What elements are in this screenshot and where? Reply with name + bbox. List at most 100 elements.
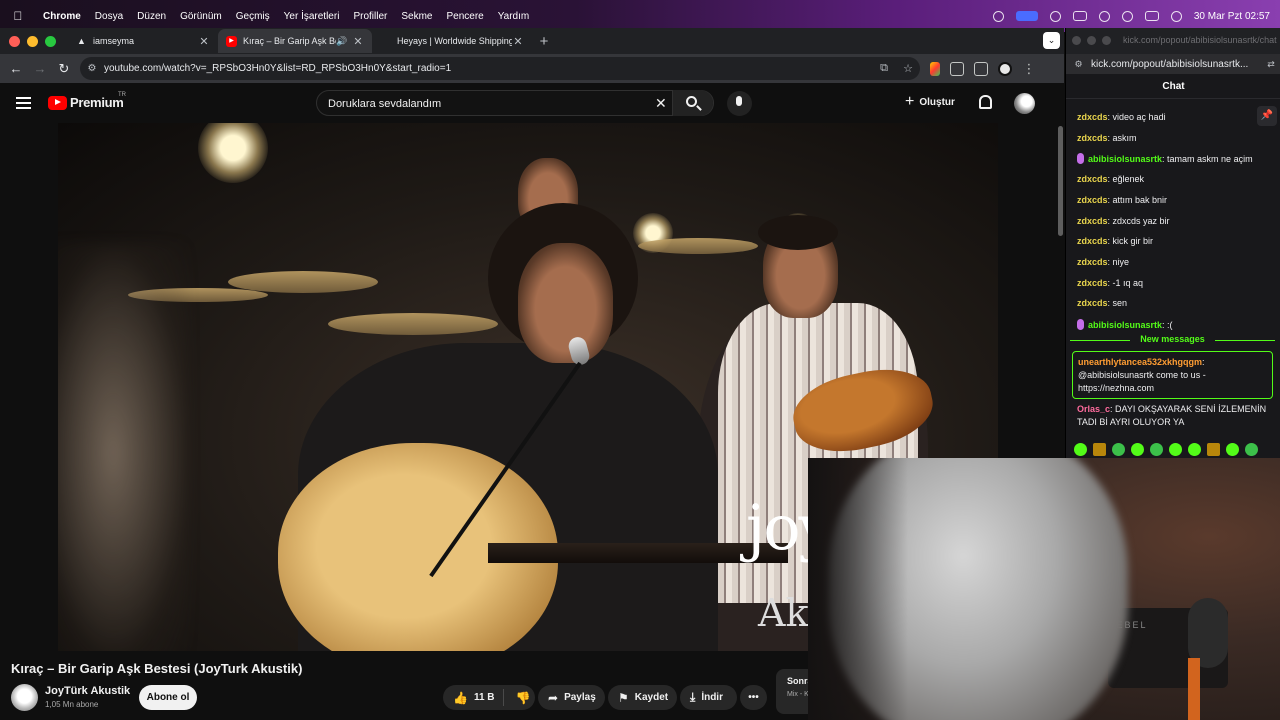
search-button[interactable] — [672, 90, 713, 116]
clear-search-icon[interactable]: ✕ — [655, 95, 667, 112]
apple-icon[interactable]:  — [0, 9, 36, 23]
menu-profiller[interactable]: Profiller — [346, 11, 394, 22]
chat-message: abibisiolsunasrtk: tamam askm ne açim — [1077, 153, 1253, 165]
close-window-button[interactable] — [1072, 36, 1081, 45]
close-window-button[interactable] — [9, 35, 20, 47]
menu-yer-isaretleri[interactable]: Yer İşaretleri — [277, 11, 347, 22]
menu-app-name[interactable]: Chrome — [36, 11, 88, 22]
emote-icon — [1093, 443, 1106, 456]
siri-icon[interactable] — [1170, 10, 1182, 22]
search-box[interactable]: Doruklara sevdalandım ✕ — [316, 90, 714, 116]
profile-avatar-icon[interactable] — [998, 61, 1012, 76]
screen-mirroring-icon[interactable] — [1015, 11, 1038, 21]
kick-address-bar[interactable]: ⚙ kick.com/popout/abibisiolsunasrtk... ⇄ — [1066, 54, 1280, 74]
chat-text: niye — [1112, 256, 1130, 267]
chat-username[interactable]: zdxcds — [1077, 112, 1108, 122]
chat-username[interactable]: zdxcds — [1077, 216, 1108, 226]
chat-username[interactable]: abibisiolsunasrtk — [1088, 320, 1162, 330]
chat-username[interactable]: zdxcds — [1077, 257, 1108, 267]
chrome-tab-strip: ▲ iamseyma ✕ ▶ Kıraç – Bir Garip Aşk Bes… — [0, 28, 1064, 54]
extensions-puzzle-icon[interactable] — [950, 61, 964, 76]
chat-username[interactable]: zdxcds — [1077, 278, 1108, 288]
voice-search-mic-icon[interactable] — [727, 91, 752, 116]
chat-message: zdxcds: video aç hadi — [1077, 112, 1166, 122]
close-tab-icon[interactable]: ✕ — [512, 35, 524, 48]
zoom-window-button[interactable] — [1102, 36, 1111, 45]
back-arrow-icon[interactable]: ← — [4, 61, 28, 76]
reload-icon[interactable]: ↻ — [52, 61, 76, 77]
chat-text: tamam askm ne açim — [1167, 154, 1253, 165]
chat-username[interactable]: Orlas_c — [1077, 404, 1110, 414]
install-app-icon[interactable]: ⧉ — [872, 62, 896, 75]
speaker-icon[interactable]: 🔊 — [336, 36, 348, 47]
menubar-clock[interactable]: 30 Mar Pzt 02:57 — [1194, 11, 1270, 22]
chat-username[interactable]: zdxcds — [1077, 174, 1108, 184]
extension-icon[interactable] — [930, 61, 940, 76]
account-avatar[interactable] — [1014, 93, 1035, 114]
address-bar[interactable]: ⚙ youtube.com/watch?v=_RPSbO3Hn0Y&list=R… — [80, 57, 920, 80]
menu-pencere[interactable]: Pencere — [439, 11, 490, 22]
page-scrollbar[interactable] — [1058, 126, 1063, 236]
chat-username[interactable]: unearthlytancea532xkhgqgm — [1078, 357, 1202, 367]
new-tab-button[interactable]: + — [532, 33, 556, 50]
channel-avatar[interactable] — [11, 684, 38, 711]
menu-yardim[interactable]: Yardım — [491, 11, 537, 22]
download-label: İndir — [701, 692, 723, 703]
bookmark-star-icon[interactable]: ☆ — [896, 62, 920, 75]
translate-icon[interactable]: ⇄ — [1261, 59, 1280, 70]
subscribe-button[interactable]: Abone ol — [139, 685, 197, 710]
menu-gecmis[interactable]: Geçmiş — [229, 11, 277, 22]
tab-iamseyma[interactable]: ▲ iamseyma ✕ — [68, 29, 218, 53]
pin-icon[interactable]: 📌 — [1257, 106, 1277, 126]
zoom-window-button[interactable] — [45, 35, 56, 47]
chrome-menu-icon[interactable]: ⋮ — [1022, 61, 1036, 76]
new-messages-divider: New messages — [1070, 334, 1275, 346]
minimize-window-button[interactable] — [27, 35, 38, 47]
create-button[interactable]: + Oluştur — [905, 93, 955, 111]
highlighted-chat-message: unearthlytancea532xkhgqgm: @abibisiolsun… — [1072, 351, 1273, 399]
close-tab-icon[interactable]: ✕ — [352, 35, 364, 48]
minimize-window-button[interactable] — [1087, 36, 1096, 45]
site-info-icon[interactable]: ⚙ — [80, 63, 104, 74]
tab-search-button[interactable]: ⌄ — [1043, 32, 1060, 49]
site-info-icon[interactable]: ⚙ — [1066, 59, 1091, 70]
share-button[interactable]: ➦ Paylaş — [538, 685, 605, 710]
menu-dosya[interactable]: Dosya — [88, 11, 130, 22]
tab-heyays[interactable]: Heyays | Worldwide Shipping ✕ — [372, 29, 532, 53]
status-app-icon[interactable] — [992, 10, 1004, 22]
chat-colon: : — [1202, 357, 1205, 367]
address-url[interactable]: youtube.com/watch?v=_RPSbO3Hn0Y&list=RD_… — [104, 63, 872, 74]
emote-icon — [1188, 443, 1201, 456]
channel-name[interactable]: JoyTürk Akustik — [45, 685, 130, 697]
notifications-bell-icon[interactable] — [979, 95, 992, 109]
like-button[interactable]: 👍 11 B — [443, 689, 504, 706]
chat-username[interactable]: abibisiolsunasrtk — [1088, 154, 1162, 164]
media-icon[interactable] — [1049, 10, 1061, 22]
wifi-icon[interactable] — [1098, 10, 1110, 22]
chat-username[interactable]: zdxcds — [1077, 236, 1108, 246]
menu-sekme[interactable]: Sekme — [394, 11, 439, 22]
search-input[interactable]: Doruklara sevdalandım — [328, 98, 441, 110]
spotlight-search-icon[interactable] — [1121, 10, 1133, 22]
battery-icon[interactable] — [1072, 11, 1087, 21]
kick-url[interactable]: kick.com/popout/abibisiolsunasrtk... — [1091, 59, 1261, 70]
akustik-watermark: Ak — [758, 591, 809, 635]
tab-youtube-video[interactable]: ▶ Kıraç – Bir Garip Aşk Bestesi 🔊 ✕ — [218, 29, 372, 53]
chat-message: zdxcds: sen — [1077, 298, 1127, 308]
more-actions-button[interactable]: ••• — [740, 685, 767, 710]
chat-username[interactable]: zdxcds — [1077, 195, 1108, 205]
close-tab-icon[interactable]: ✕ — [198, 35, 210, 48]
chat-username[interactable]: zdxcds — [1077, 298, 1108, 308]
menu-gorunum[interactable]: Görünüm — [173, 11, 229, 22]
chat-header: Chat — [1066, 74, 1280, 99]
youtube-premium-logo[interactable]: Premium TR — [48, 92, 126, 110]
save-button[interactable]: ⚑ Kaydet — [608, 685, 677, 710]
download-button[interactable]: ⤓ İndir — [680, 685, 737, 710]
forward-arrow-icon[interactable]: → — [28, 61, 52, 76]
control-center-icon[interactable] — [1144, 11, 1159, 21]
chat-username[interactable]: zdxcds — [1077, 133, 1108, 143]
menu-duzen[interactable]: Düzen — [130, 11, 173, 22]
dislike-button[interactable]: 👎 — [504, 691, 531, 705]
reading-list-icon[interactable] — [974, 61, 988, 76]
menu-hamburger-icon[interactable] — [16, 97, 31, 109]
